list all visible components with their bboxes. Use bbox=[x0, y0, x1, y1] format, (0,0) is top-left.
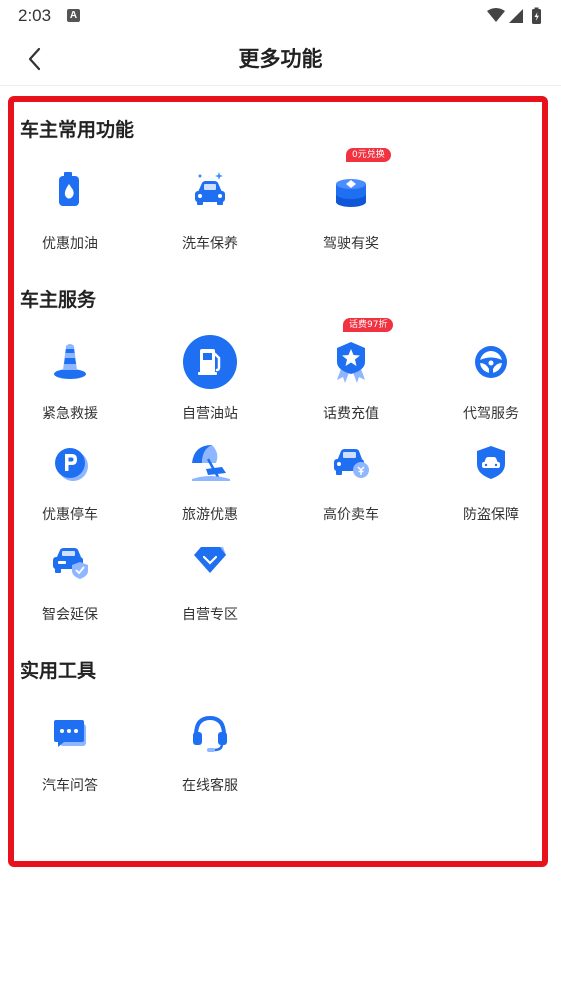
coin-stack-icon bbox=[336, 179, 366, 207]
section-title-common: 车主常用功能 bbox=[20, 119, 135, 141]
grid-item-extended-warranty[interactable]: 智会延保 bbox=[10, 537, 130, 629]
status-bar: 2:03 A bbox=[0, 0, 561, 32]
grid-item-sell-car[interactable]: 高价卖车 bbox=[291, 437, 411, 529]
grid-item-parking-discount[interactable]: 优惠停车 bbox=[10, 437, 130, 529]
promo-badge: 话费97折 bbox=[343, 318, 394, 332]
grid-item-label: 在线客服 bbox=[182, 778, 238, 794]
gas-pump-icon bbox=[183, 335, 237, 389]
section-title-services: 车主服务 bbox=[20, 289, 97, 311]
grid-item-label: 优惠加油 bbox=[42, 236, 98, 252]
status-time: 2:03 bbox=[18, 6, 52, 25]
grid-item-own-gas-station[interactable]: 自营油站 bbox=[150, 335, 270, 428]
grid-item-label: 驾驶有奖 bbox=[323, 236, 379, 252]
fuel-drop-icon bbox=[59, 172, 79, 206]
grid-item-label: 智会延保 bbox=[42, 607, 98, 623]
notification-icon: A bbox=[67, 9, 80, 22]
grid-item-label: 防盗保障 bbox=[463, 507, 519, 523]
grid-item-label: 话费充值 bbox=[323, 406, 379, 422]
grid-item-car-wash[interactable]: 洗车保养 bbox=[150, 166, 270, 258]
headset-icon bbox=[193, 715, 227, 752]
diamond-icon bbox=[194, 547, 226, 573]
grid-item-driving-reward[interactable]: 0元兑换 驾驶有奖 bbox=[291, 148, 411, 258]
grid-item-label: 自营油站 bbox=[182, 406, 238, 422]
grid-item-label: 汽车问答 bbox=[42, 778, 98, 794]
status-icons bbox=[487, 7, 541, 24]
grid-item-label: 代驾服务 bbox=[463, 406, 519, 422]
grid-item-label: 优惠停车 bbox=[42, 507, 98, 523]
grid-item-phone-recharge[interactable]: 话费97折 话费充值 bbox=[291, 318, 411, 428]
grid-item-fuel-discount[interactable]: 优惠加油 bbox=[10, 166, 130, 258]
parking-icon bbox=[55, 448, 88, 481]
star-medal-icon bbox=[337, 342, 365, 383]
grid-item-car-qa[interactable]: 汽车问答 bbox=[10, 708, 130, 800]
page-title: 更多功能 bbox=[238, 47, 323, 71]
grid-item-travel-discount[interactable]: 旅游优惠 bbox=[150, 437, 270, 529]
navigation-bar: 更多功能 bbox=[0, 32, 561, 86]
chat-bubble-icon bbox=[54, 720, 86, 747]
grid-item-label: 紧急救援 bbox=[42, 406, 98, 422]
grid-item-anti-theft[interactable]: 防盗保障 bbox=[431, 437, 551, 529]
car-shield-icon bbox=[477, 446, 505, 479]
grid-item-label: 自营专区 bbox=[182, 607, 238, 623]
grid-item-label: 高价卖车 bbox=[323, 507, 379, 523]
grid-item-own-zone[interactable]: 自营专区 bbox=[150, 537, 270, 629]
grid-item-label: 旅游优惠 bbox=[182, 507, 238, 523]
promo-badge: 0元兑换 bbox=[346, 148, 391, 162]
car-sell-icon bbox=[334, 449, 369, 478]
section-title-tools: 实用工具 bbox=[20, 660, 97, 682]
grid-item-designated-driver[interactable]: 代驾服务 bbox=[431, 336, 551, 428]
grid-item-emergency-rescue[interactable]: 紧急救援 bbox=[10, 336, 130, 428]
car-warranty-icon bbox=[53, 548, 88, 579]
grid-item-label: 洗车保养 bbox=[182, 236, 238, 252]
beach-umbrella-icon bbox=[192, 445, 230, 481]
steering-wheel-icon bbox=[475, 346, 507, 378]
car-wash-icon bbox=[195, 172, 225, 205]
traffic-cone-icon bbox=[54, 344, 86, 379]
grid-item-online-service[interactable]: 在线客服 bbox=[150, 708, 270, 800]
